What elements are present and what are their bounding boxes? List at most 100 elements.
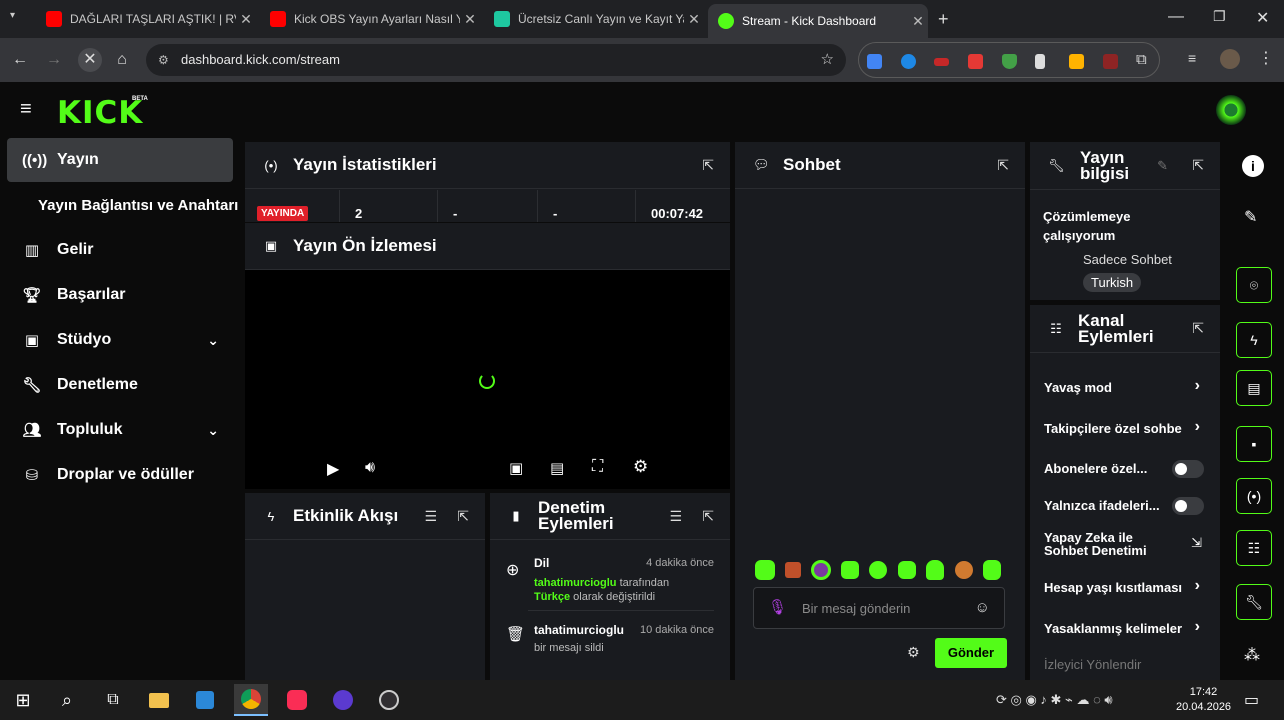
theater-mode-icon[interactable]: ▤ bbox=[550, 459, 564, 477]
apps-icon[interactable]: ⁂ bbox=[1244, 645, 1260, 665]
media-control-icon[interactable]: ≡ bbox=[1188, 50, 1196, 66]
bookmark-star-icon[interactable]: ☆ bbox=[821, 44, 834, 76]
camera-button[interactable]: ⌾ bbox=[1236, 267, 1272, 303]
chevron-right-icon[interactable]: › bbox=[1195, 377, 1200, 395]
popout-icon[interactable]: ⇱ bbox=[997, 157, 1009, 174]
obs-icon[interactable] bbox=[372, 684, 406, 716]
popout-icon[interactable]: ⇱ bbox=[1192, 320, 1204, 337]
volume-icon[interactable]: 🔊︎ bbox=[365, 459, 375, 477]
profile-avatar[interactable] bbox=[1220, 49, 1240, 69]
stop-loading-icon[interactable]: ✕ bbox=[78, 48, 102, 72]
new-tab-icon[interactable]: + bbox=[938, 9, 949, 30]
adblock-shield-icon[interactable] bbox=[1002, 54, 1017, 69]
sidebar-item-studyo[interactable]: ▣ Stüdyo ⌄ bbox=[7, 318, 233, 362]
emotes-only-toggle[interactable] bbox=[1172, 497, 1204, 515]
app-icon[interactable] bbox=[326, 684, 360, 716]
miniplayer-icon[interactable]: ▣ bbox=[509, 459, 523, 477]
wrench-button[interactable]: 🔧︎ bbox=[1236, 584, 1272, 620]
sidebar-item-basarilar[interactable]: 🏆︎ Başarılar bbox=[7, 273, 233, 317]
emote-icon[interactable] bbox=[755, 560, 775, 580]
fullscreen-icon[interactable]: ⛶ bbox=[592, 458, 603, 476]
close-icon[interactable]: ✕ bbox=[684, 11, 704, 28]
sidebar-item-denetleme[interactable]: 🔧︎ Denetleme bbox=[7, 363, 233, 407]
subscribers-only-toggle[interactable] bbox=[1172, 460, 1204, 478]
microphone-icon[interactable]: 🎙︎ bbox=[768, 598, 787, 616]
popout-icon[interactable]: ⇱ bbox=[457, 508, 469, 525]
emoji-icon[interactable]: ☺ bbox=[975, 599, 990, 616]
chat-settings-icon[interactable]: ⚙ bbox=[907, 644, 920, 661]
close-icon[interactable]: ✕ bbox=[908, 13, 928, 30]
extension-icon[interactable] bbox=[1103, 54, 1118, 69]
task-view-icon[interactable]: ⧉ bbox=[96, 684, 130, 716]
emote-icon[interactable] bbox=[811, 560, 831, 580]
extension-icon[interactable] bbox=[1035, 54, 1045, 69]
window-close-icon[interactable]: ✕ bbox=[1256, 8, 1269, 28]
browser-menu-icon[interactable]: ⋮ bbox=[1258, 48, 1274, 68]
emote-icon[interactable] bbox=[785, 562, 801, 578]
search-icon[interactable]: ⌕ bbox=[50, 684, 84, 716]
sidebar-item-yayin[interactable]: ((•)) Yayın bbox=[7, 138, 233, 182]
notes-button[interactable]: ▤ bbox=[1236, 370, 1272, 406]
file-explorer-icon[interactable] bbox=[142, 684, 176, 716]
address-bar[interactable]: ⚙ dashboard.kick.com/stream ☆ bbox=[146, 44, 846, 76]
popout-icon[interactable]: ⇱ bbox=[1192, 157, 1204, 174]
chat-button[interactable]: ▪ bbox=[1236, 426, 1272, 462]
chevron-right-icon[interactable]: › bbox=[1195, 618, 1200, 636]
emote-icon[interactable] bbox=[869, 561, 887, 579]
puzzle-icon[interactable]: ⧉ bbox=[1136, 51, 1147, 68]
close-icon[interactable]: ✕ bbox=[236, 11, 256, 28]
browser-tab-1[interactable]: DAĞLARI TAŞLARI AŞTIK! | RV T ✕ bbox=[36, 6, 256, 32]
notification-icon[interactable]: ▭ bbox=[1244, 690, 1259, 710]
extension-icon[interactable] bbox=[901, 54, 916, 69]
chevron-right-icon[interactable]: › bbox=[1195, 418, 1200, 436]
music-app-icon[interactable] bbox=[280, 684, 314, 716]
kick-logo[interactable]: KICK bbox=[57, 95, 143, 131]
emote-icon[interactable] bbox=[983, 560, 1001, 580]
chevron-down-icon[interactable]: ⌄ bbox=[207, 422, 219, 439]
browser-tab-2[interactable]: Kick OBS Yayın Ayarları Nasıl Ya ✕ bbox=[260, 6, 480, 32]
system-tray-icons[interactable]: ⟳ ◎ ◉ ♪ ✱ ⌁ ☁ ◌ 🔊︎ bbox=[996, 692, 1113, 708]
windows-start-icon[interactable]: ⊞ bbox=[6, 684, 40, 716]
filter-icon[interactable]: ☰ bbox=[669, 508, 682, 525]
chrome-icon[interactable] bbox=[234, 684, 268, 716]
emote-icon[interactable] bbox=[926, 560, 944, 580]
back-icon[interactable]: ← bbox=[8, 48, 32, 72]
forward-icon[interactable]: → bbox=[42, 48, 66, 72]
browser-tab-active[interactable]: Stream - Kick Dashboard ✕ bbox=[708, 4, 928, 38]
play-icon[interactable]: ▶ bbox=[327, 459, 339, 479]
mod-user[interactable]: tahatimurcioglu bbox=[534, 577, 617, 589]
chevron-down-icon[interactable]: ⌄ bbox=[207, 332, 219, 349]
sidebar-item-gelir[interactable]: ▥ Gelir bbox=[7, 228, 233, 272]
hamburger-menu-icon[interactable]: ≡ bbox=[20, 98, 32, 121]
sidebar-item-topluluk[interactable]: 👥︎ Topluluk ⌄ bbox=[7, 408, 233, 452]
popout-icon[interactable]: ⇱ bbox=[702, 157, 714, 174]
extension-icon[interactable] bbox=[968, 54, 983, 69]
broadcast-button[interactable]: (•) bbox=[1236, 478, 1272, 514]
external-link-icon[interactable]: ⇲ bbox=[1191, 535, 1202, 551]
user-avatar[interactable] bbox=[1216, 95, 1246, 125]
lightning-button[interactable]: ϟ bbox=[1236, 322, 1272, 358]
emote-icon[interactable] bbox=[898, 561, 916, 579]
tab-search-icon[interactable]: ▾ bbox=[10, 10, 15, 21]
extension-icon[interactable] bbox=[1069, 54, 1084, 69]
home-icon[interactable]: ⌂ bbox=[110, 48, 134, 72]
sidebar-item-droplar[interactable]: ⛁ Droplar ve ödüller bbox=[7, 453, 233, 497]
sliders-button[interactable]: ☷ bbox=[1236, 530, 1272, 566]
edit-pencil-icon[interactable]: ✎ bbox=[1157, 158, 1168, 174]
restore-icon[interactable]: ❐ bbox=[1213, 8, 1226, 25]
close-icon[interactable]: ✕ bbox=[460, 11, 480, 28]
tag-badge[interactable]: Turkish bbox=[1083, 273, 1142, 292]
store-icon[interactable] bbox=[188, 684, 222, 716]
translate-extension-icon[interactable] bbox=[867, 54, 882, 69]
chat-input[interactable]: 🎙︎ Bir mesaj gönderin ☺ bbox=[753, 587, 1005, 629]
info-icon[interactable]: i bbox=[1242, 155, 1264, 177]
minimize-icon[interactable]: — bbox=[1168, 8, 1184, 26]
site-settings-icon[interactable]: ⚙ bbox=[158, 44, 169, 76]
send-button[interactable]: Gönder bbox=[935, 638, 1007, 668]
browser-tab-3[interactable]: Ücretsiz Canlı Yayın ve Kayıt Yaz ✕ bbox=[484, 6, 704, 32]
emote-icon[interactable] bbox=[841, 561, 859, 579]
chevron-right-icon[interactable]: › bbox=[1195, 577, 1200, 595]
extension-icon[interactable] bbox=[934, 58, 949, 66]
settings-gear-icon[interactable]: ⚙ bbox=[633, 457, 648, 477]
popout-icon[interactable]: ⇱ bbox=[702, 508, 714, 525]
